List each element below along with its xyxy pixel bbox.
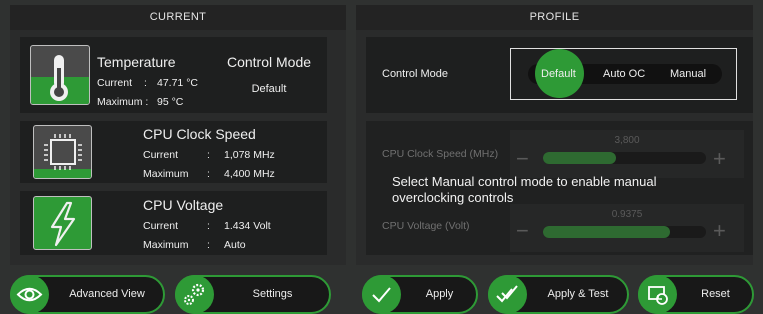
cpu-voltage-track bbox=[543, 226, 706, 238]
plus-icon: + bbox=[713, 218, 726, 243]
check-icon-circle bbox=[362, 275, 401, 314]
gears-icon-circle bbox=[175, 275, 214, 314]
profile-control-mode-label: Control Mode bbox=[382, 68, 449, 80]
profile-voltage-label: CPU Voltage (Volt) bbox=[382, 220, 470, 232]
cpu-chip-icon bbox=[44, 134, 82, 170]
thermometer-icon bbox=[50, 55, 68, 101]
double-check-icon bbox=[496, 285, 518, 303]
mode-option-auto-oc[interactable]: Auto OC bbox=[603, 68, 645, 80]
control-mode-title: Control Mode bbox=[226, 54, 312, 70]
cpu-clock-maximum-value: 4,400 MHz bbox=[224, 168, 275, 180]
gears-icon bbox=[184, 283, 205, 305]
cpu-voltage-maximum-label: Maximum bbox=[143, 239, 189, 251]
cpu-clock-card: CPU Clock Speed Current : 1,078 MHz Maxi… bbox=[20, 121, 327, 183]
minus-icon: − bbox=[516, 146, 529, 171]
lightning-bolt-icon bbox=[50, 201, 76, 247]
control-mode-card: Control Mode Default bbox=[211, 37, 327, 113]
cpu-clock-maximum-label: Maximum bbox=[143, 168, 189, 180]
apply-and-test-button[interactable]: Apply & Test bbox=[488, 275, 629, 314]
current-header: CURRENT bbox=[10, 5, 346, 30]
cpu-voltage-fill bbox=[543, 226, 671, 238]
reset-label: Reset bbox=[701, 288, 730, 300]
cpu-clock-title: CPU Clock Speed bbox=[143, 126, 256, 142]
temperature-current-sep: : bbox=[144, 77, 147, 89]
temperature-card: Temperature Current : 47.71 °C Maximum :… bbox=[20, 37, 211, 113]
cpu-voltage-current-label: Current bbox=[143, 220, 179, 232]
cpu-voltage-maximum-sep: : bbox=[207, 239, 210, 251]
settings-button[interactable]: Settings bbox=[175, 275, 331, 314]
cpu-clock-track bbox=[543, 152, 706, 164]
cpu-clock-slider: 3,800 − + bbox=[510, 130, 744, 178]
cpu-voltage-current-value: 1.434 Volt bbox=[224, 220, 271, 232]
advanced-view-label: Advanced View bbox=[69, 288, 145, 300]
cpu-clock-current-label: Current bbox=[143, 149, 179, 161]
reset-button[interactable]: Reset bbox=[638, 275, 754, 314]
cpu-voltage-card: CPU Voltage Current : 1.434 Volt Maximum… bbox=[20, 191, 327, 255]
control-mode-value: Default bbox=[251, 83, 287, 95]
eye-icon-circle bbox=[10, 275, 49, 314]
cpu-clock-slider-value: 3,800 bbox=[614, 135, 640, 146]
temperature-current-label: Current bbox=[97, 77, 133, 89]
cpu-voltage-slider-value: 0.9375 bbox=[611, 209, 643, 220]
manual-mode-notice: Select Manual control mode to enable man… bbox=[392, 174, 657, 205]
reset-icon bbox=[648, 286, 668, 305]
temperature-maximum-value: 95 °C bbox=[157, 96, 184, 108]
cpu-chip-tile bbox=[33, 125, 92, 179]
cpu-voltage-slider: 0.9375 − + bbox=[510, 204, 744, 252]
temperature-maximum-label: Maximum : bbox=[97, 96, 149, 108]
profile-header: PROFILE bbox=[356, 5, 753, 30]
temperature-title: Temperature bbox=[97, 54, 176, 70]
double-check-icon-circle bbox=[488, 275, 527, 314]
cpu-voltage-current-sep: : bbox=[207, 220, 210, 232]
mode-option-manual[interactable]: Manual bbox=[670, 68, 706, 80]
cpu-clock-fill bbox=[543, 152, 617, 164]
reset-icon-circle bbox=[638, 275, 677, 314]
apply-and-test-label: Apply & Test bbox=[547, 288, 609, 300]
apply-label: Apply bbox=[425, 288, 454, 300]
voltage-tile bbox=[33, 196, 92, 250]
cpu-clock-current-sep: : bbox=[207, 149, 210, 161]
cpu-voltage-title: CPU Voltage bbox=[143, 197, 224, 213]
minus-icon: − bbox=[516, 218, 529, 243]
check-icon bbox=[372, 287, 391, 303]
temperature-current-value: 47.71 °C bbox=[157, 77, 198, 89]
cpu-clock-maximum-sep: : bbox=[207, 168, 210, 180]
current-panel: CURRENT Temperature Current : 47.71 °C M… bbox=[10, 5, 346, 265]
thermometer-tile bbox=[30, 45, 90, 105]
apply-button[interactable]: Apply bbox=[362, 275, 478, 314]
eye-icon bbox=[16, 287, 43, 302]
cpu-voltage-maximum-value: Auto bbox=[224, 239, 246, 251]
cpu-clock-current-value: 1,078 MHz bbox=[224, 149, 275, 161]
profile-clock-label: CPU Clock Speed (MHz) bbox=[382, 148, 499, 160]
plus-icon: + bbox=[713, 146, 726, 171]
control-mode-selector[interactable]: Default Auto OC Manual bbox=[510, 48, 737, 100]
mode-option-default[interactable]: Default bbox=[541, 68, 576, 80]
settings-label: Settings bbox=[252, 288, 293, 300]
advanced-view-button[interactable]: Advanced View bbox=[10, 275, 165, 314]
